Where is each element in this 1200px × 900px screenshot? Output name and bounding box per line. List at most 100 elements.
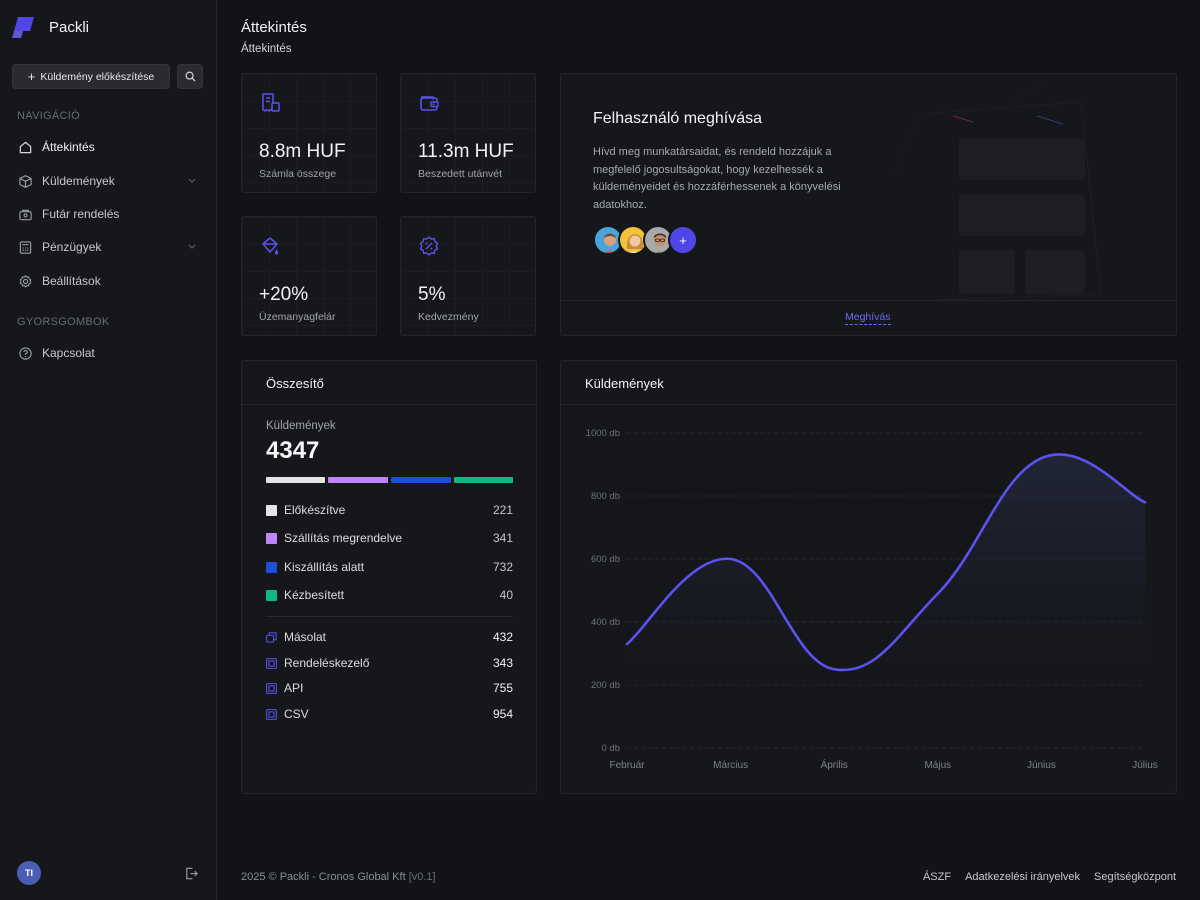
stat-card-fuel: +20% Üzemanyagfelár [241,216,377,336]
sidebar-item-settings[interactable]: Beállítások [17,270,202,292]
status-swatch [266,532,277,544]
stat-label: Üzemanyagfelár [259,311,336,323]
sidebar-item-label: Küldemények [42,174,115,188]
nav-section-label: NAVIGÁCIÓ [17,110,81,122]
source-value: 432 [492,630,513,644]
user-avatar[interactable]: TI [17,861,41,885]
stat-value: 11.3m HUF [418,141,514,162]
calculator-icon [17,239,33,255]
source-value: 755 [492,681,513,695]
stat-card-discount: 5% Kedvezmény [400,216,536,336]
summary-total-label: Küldemények [266,420,336,432]
y-tick-label: 400 db [591,617,620,628]
frame-icon [266,682,277,694]
chevron-down-icon [188,244,196,249]
sidebar-item-shipments[interactable]: Küldemények [17,170,202,192]
status-label: Kézbesített [284,588,345,602]
x-tick-label: Május [924,760,951,771]
sidebar-item-finance[interactable]: Pénzügyek [17,236,202,258]
invite-link[interactable]: Meghívás [845,311,891,325]
shipments-line-chart[interactable]: 0 db 200 db 400 db 600 db 800 db 1000 db Febru… [561,405,1177,794]
status-bar-ordered [328,477,388,483]
status-label: Előkészítve [284,503,346,517]
stat-value: 8.8m HUF [259,141,346,162]
logout-button[interactable] [184,866,199,884]
new-shipment-label: Küldemény előkészítése [40,70,155,83]
invite-footer: Meghívás [561,300,1176,334]
source-value: 954 [492,707,513,721]
sidebar: Packli + Küldemény előkészítése NAVIGÁCI… [0,0,217,900]
status-swatch [266,589,277,601]
frame-icon [266,657,277,669]
stat-value: +20% [259,284,309,305]
search-button[interactable] [177,64,203,89]
summary-title: Összesítő [266,376,324,391]
sidebar-item-contact[interactable]: Kapcsolat [17,342,202,364]
fuel-icon [262,237,279,255]
chevron-down-icon [188,178,196,183]
sidebar-item-label: Futár rendelés [42,207,120,221]
sidebar-item-label: Kapcsolat [42,346,95,360]
y-tick-label: 0 db [602,743,621,754]
source-label: Rendeléskezelő [284,656,370,670]
logout-icon [186,867,198,880]
avatar-group: + [593,225,698,255]
invite-title: Felhasználó meghívása [593,110,762,127]
x-tick-label: Március [713,760,748,771]
footer-link-privacy[interactable]: Adatkezelési irányelvek [965,871,1080,883]
help-icon [17,345,33,361]
y-tick-label: 1000 db [586,428,620,439]
source-label: Másolat [284,630,327,644]
home-icon [17,139,33,155]
sidebar-item-label: Beállítások [42,274,101,288]
status-value: 40 [499,588,513,602]
divider [266,616,513,617]
status-value: 732 [492,560,513,574]
status-value: 221 [492,503,513,517]
status-row: Kiszállítás alatt 732 [266,559,513,575]
x-tick-label: Július [1132,760,1158,771]
invoice-icon [262,93,280,112]
copyright-text: 2025 © Packli - Cronos Global Kft [241,871,406,883]
sidebar-item-courier[interactable]: Futár rendelés [17,203,202,225]
status-label: Kiszállítás alatt [284,560,365,574]
source-row: CSV 954 [266,706,513,722]
sidebar-item-overview[interactable]: Áttekintés [17,136,202,158]
stat-label: Kedvezmény [418,311,479,323]
footer-link-terms[interactable]: ÁSZF [923,871,951,883]
y-tick-label: 600 db [591,554,620,565]
plus-icon: + [27,69,36,84]
status-swatch [266,561,277,573]
chart-card-header: Küldemények [561,361,1176,405]
footer-link-help[interactable]: Segítségközpont [1094,871,1176,883]
footer-copyright: 2025 © Packli - Cronos Global Kft [v0.1] [241,871,436,883]
status-row: Előkészítve 221 [266,502,513,518]
search-icon [185,71,196,82]
source-value: 343 [492,656,513,670]
stat-card-invoice: 8.8m HUF Számla összege [241,73,377,193]
x-tick-label: Április [821,758,848,771]
sidebar-item-label: Pénzügyek [42,240,102,254]
courier-icon [17,206,33,222]
packli-logo-icon [12,15,36,39]
new-shipment-button[interactable]: + Küldemény előkészítése [12,64,170,89]
frame-icon [266,708,277,720]
sidebar-item-label: Áttekintés [42,140,95,154]
summary-total: 4347 [266,437,320,464]
quick-section-label: GYORSGOMBOK [17,316,110,328]
stat-value: 5% [418,284,446,305]
status-bar-in-transit [391,477,451,483]
chart-title: Küldemények [585,376,664,391]
status-row: Kézbesített 40 [266,587,513,603]
status-value: 341 [492,531,513,545]
logo[interactable]: Packli [12,15,89,39]
source-row: Rendeléskezelő 343 [266,655,513,671]
copy-icon [266,631,277,643]
status-row: Szállítás megrendelve 341 [266,530,513,546]
version-text: [v0.1] [408,871,436,883]
source-label: CSV [284,707,309,721]
add-user-button[interactable]: + [668,225,698,255]
breadcrumb[interactable]: Áttekintés [241,43,292,55]
wallet-icon [420,96,439,111]
shipments-chart-card: Küldemények 0 db 200 db 400 db 600 db 800 db… [560,360,1177,794]
